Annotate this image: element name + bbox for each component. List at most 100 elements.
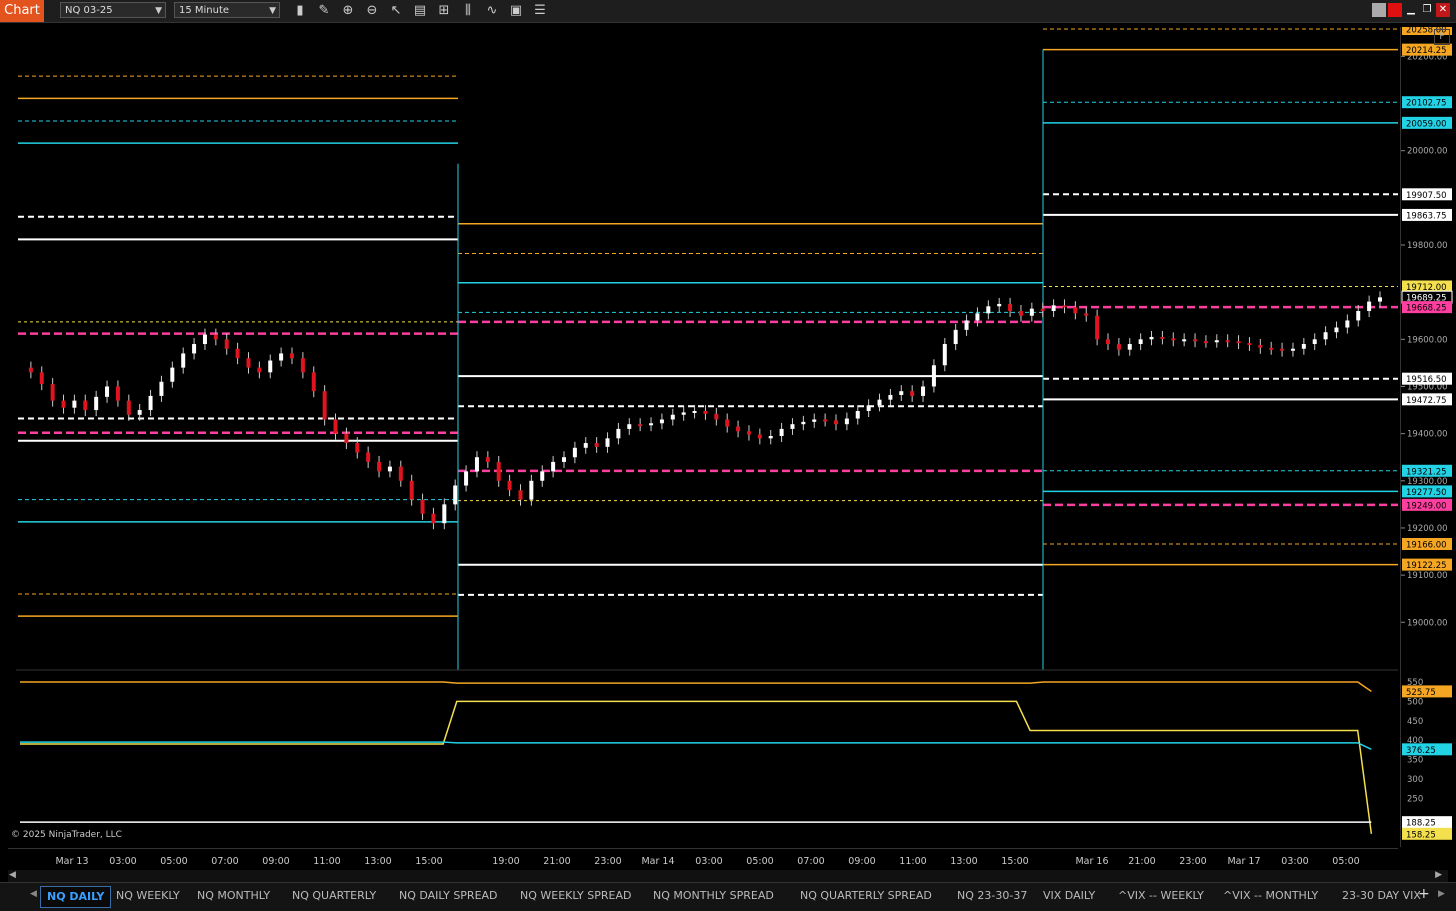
tab-23-30-day-vix[interactable]: 23-30 DAY VIX: [1342, 886, 1421, 906]
price-tag-label: 19516.50: [1406, 375, 1447, 385]
draw-pencil-icon[interactable]: ✎: [316, 3, 332, 19]
chevron-down-icon: ▼: [155, 6, 162, 16]
candle-body: [746, 431, 751, 435]
red-window-icon[interactable]: [1388, 3, 1402, 17]
price-chart[interactable]: [8, 27, 1398, 847]
candle-body: [866, 405, 871, 411]
indicator-grid-label: 250: [1407, 794, 1423, 804]
price-axis[interactable]: 20200.0020000.0019800.0019600.0019500.00…: [1400, 27, 1456, 847]
candle-body: [257, 367, 262, 373]
candle-body: [126, 400, 131, 415]
price-tag-label: 20102.75: [1406, 99, 1447, 109]
candle-body: [1280, 348, 1285, 351]
candle-body: [137, 410, 142, 415]
candle-body: [823, 419, 828, 422]
maximize-icon[interactable]: ❐: [1420, 3, 1434, 17]
candle-body: [1008, 303, 1013, 312]
zoom-in-icon[interactable]: ⊕: [340, 3, 356, 19]
gray-window-icon[interactable]: [1372, 3, 1386, 17]
tab-vix-weekly[interactable]: ^VIX -- WEEKLY: [1118, 886, 1204, 906]
candle-body: [224, 339, 229, 349]
candle-body: [899, 391, 904, 395]
pointer-icon[interactable]: ↖: [388, 3, 404, 19]
tab-vix-monthly[interactable]: ^VIX -- MONTHLY: [1223, 886, 1318, 906]
candle-body: [888, 394, 893, 400]
time-label: 11:00: [313, 856, 340, 867]
properties-icon[interactable]: ⊞: [436, 3, 452, 19]
candle-body: [997, 303, 1002, 307]
candle-body: [39, 372, 44, 385]
bar-type-icon[interactable]: ▮: [292, 3, 308, 19]
candle-body: [94, 396, 99, 411]
f-button[interactable]: F: [1434, 29, 1450, 45]
price-tag-label: 19863.75: [1406, 211, 1447, 221]
tab-nq-quarterly[interactable]: NQ QUARTERLY: [292, 886, 376, 906]
tab-nq-monthly-spread[interactable]: NQ MONTHLY SPREAD: [653, 886, 774, 906]
price-tag-label: 19472.75: [1406, 396, 1447, 406]
candle-body: [420, 499, 425, 514]
minimize-icon[interactable]: ▁: [1404, 3, 1418, 17]
chart-window-tab[interactable]: Chart: [0, 0, 44, 22]
price-grid-label: 19200.00: [1407, 524, 1448, 534]
strategies-icon[interactable]: ∿: [484, 3, 500, 19]
close-icon[interactable]: ✕: [1436, 3, 1450, 17]
candle-body: [572, 447, 577, 458]
candle-body: [942, 344, 947, 366]
time-label: 15:00: [1001, 856, 1028, 867]
tab-vix-daily[interactable]: VIX DAILY: [1043, 886, 1095, 906]
price-tag-label: 19122.25: [1406, 561, 1447, 571]
candle-body: [213, 334, 218, 340]
candle-body: [442, 504, 447, 524]
time-axis[interactable]: Mar 13 03:00 05:00 07:00 09:00 11:00 13:00 15:0…: [8, 848, 1398, 871]
price-grid-label: 19100.00: [1407, 571, 1448, 581]
candle-body: [72, 400, 77, 408]
candle-body: [170, 367, 175, 382]
tab-nq-daily[interactable]: NQ DAILY: [40, 886, 112, 908]
time-label: 03:00: [695, 856, 722, 867]
zoom-out-icon[interactable]: ⊖: [364, 3, 380, 19]
tabs-scroll-right-icon[interactable]: ▶: [1438, 889, 1445, 899]
add-tab-icon[interactable]: +: [1418, 886, 1430, 902]
time-label: 03:00: [1281, 856, 1308, 867]
interval-selector[interactable]: 15 Minute ▼: [174, 2, 280, 18]
time-label: 23:00: [1179, 856, 1206, 867]
horizontal-scrollbar[interactable]: ◀ ▶: [8, 870, 1448, 882]
tabs-scroll-left-icon[interactable]: ◀: [30, 889, 37, 899]
time-label: Mar 16: [1075, 856, 1108, 867]
candle-body: [1149, 336, 1154, 340]
templates-icon[interactable]: ▣: [508, 3, 524, 19]
candle-body: [28, 367, 33, 373]
time-label: 05:00: [160, 856, 187, 867]
candle-body: [268, 360, 273, 373]
candle-body: [61, 400, 66, 408]
candle-body: [540, 471, 545, 481]
candle-body: [768, 435, 773, 439]
candle-body: [855, 410, 860, 419]
candle-body: [910, 391, 915, 396]
instrument-selector[interactable]: NQ 03-25 ▼: [60, 2, 166, 18]
data-box-icon[interactable]: ▤: [412, 3, 428, 19]
indicator-line-orange: [20, 681, 1372, 693]
candle-body: [1345, 320, 1350, 328]
tab-nq-weekly-spread[interactable]: NQ WEEKLY SPREAD: [520, 886, 631, 906]
copyright-text: © 2025 NinjaTrader, LLC: [11, 830, 122, 840]
scroll-right-icon[interactable]: ▶: [1435, 870, 1442, 880]
time-label: 07:00: [211, 856, 238, 867]
price-grid-label: 20000.00: [1407, 147, 1448, 157]
more-icon[interactable]: ☰: [532, 3, 548, 19]
tab-nq-monthly[interactable]: NQ MONTHLY: [197, 886, 270, 906]
tab-nq-quarterly-spread[interactable]: NQ QUARTERLY SPREAD: [800, 886, 932, 906]
indicator-line-yellow: [20, 700, 1373, 834]
tab-nq-weekly[interactable]: NQ WEEKLY: [116, 886, 180, 906]
candle-body: [1138, 339, 1143, 345]
scroll-left-icon[interactable]: ◀: [9, 870, 16, 880]
indicators-icon[interactable]: ⫼: [460, 3, 476, 19]
candle-body: [1095, 315, 1100, 340]
candle-body: [681, 412, 686, 415]
candle-body: [736, 426, 741, 432]
candle-body: [1312, 339, 1317, 345]
price-tag-label: 19668.25: [1406, 304, 1447, 314]
tab-nq-23-30-37[interactable]: NQ 23-30-37: [957, 886, 1027, 906]
price-grid-label: 19400.00: [1407, 430, 1448, 440]
tab-nq-daily-spread[interactable]: NQ DAILY SPREAD: [399, 886, 498, 906]
